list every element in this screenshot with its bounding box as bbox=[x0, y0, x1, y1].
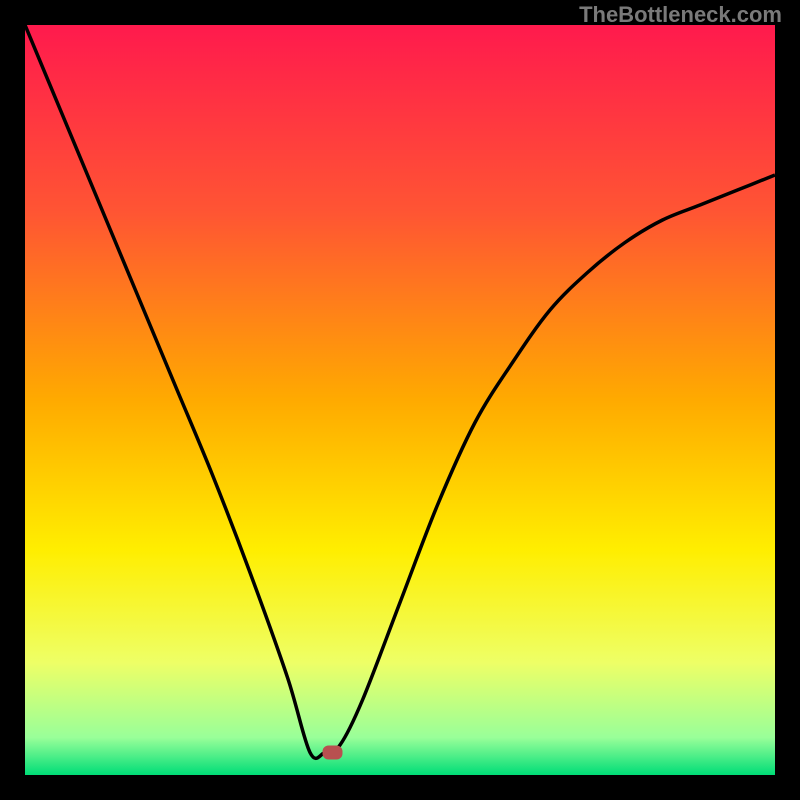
optimal-marker bbox=[323, 746, 343, 760]
chart-svg bbox=[25, 25, 775, 775]
chart-container bbox=[25, 25, 775, 775]
watermark-text: TheBottleneck.com bbox=[579, 2, 782, 28]
chart-background bbox=[25, 25, 775, 775]
